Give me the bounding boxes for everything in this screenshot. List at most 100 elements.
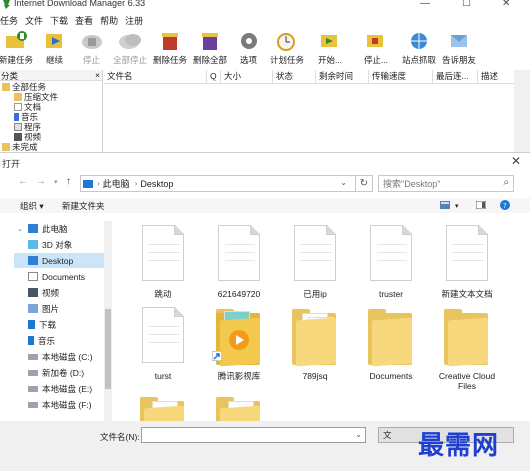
close-panel-icon[interactable]: × <box>95 70 102 80</box>
refresh-button[interactable]: ↻ <box>356 175 373 192</box>
minimize-icon[interactable]: — <box>420 0 430 9</box>
idm-window: Internet Download Manager 6.33 — ☐ ✕ 任务 … <box>0 0 530 152</box>
tree-item-downloads[interactable]: 下载 <box>14 317 106 332</box>
category-header: 分类 × <box>0 70 102 81</box>
idm-toolbar: 新建任务 继续 停止 全部停止 删除任务 删除全部 选项 计划任务 开始... … <box>0 30 530 66</box>
music-note-icon <box>14 113 19 121</box>
play-icon <box>229 330 249 350</box>
tree-item-this-pc[interactable]: ⌄ 此电脑 <box>14 221 106 236</box>
start-queue-button[interactable]: 开始... <box>307 30 353 66</box>
tree-item-music[interactable]: 音乐 <box>14 333 106 348</box>
file-item[interactable]: 621649720 <box>204 225 274 313</box>
file-item[interactable]: 新建文本文档 <box>432 225 502 313</box>
tell-friend-button[interactable]: 告诉朋友 <box>439 30 479 66</box>
refresh-icon: ↻ <box>359 178 369 189</box>
stop-queue-icon <box>367 35 383 47</box>
search-placeholder: 搜索"Desktop" <box>383 179 441 189</box>
chevron-down-icon[interactable]: ⌄ <box>355 430 362 439</box>
up-arrow-icon[interactable]: ↑ <box>66 176 71 187</box>
view-options-chevron-icon[interactable]: ▾ <box>455 202 459 210</box>
column-filename[interactable]: 文件名 <box>104 70 207 83</box>
address-bar[interactable]: › 此电脑 › Desktop ⌄ <box>80 175 356 192</box>
file-item[interactable]: turst <box>128 307 198 395</box>
idm-window-title: Internet Download Manager 6.33 <box>14 0 146 8</box>
delete-all-button[interactable]: 删除全部 <box>190 30 230 66</box>
new-task-button[interactable]: 新建任务 <box>0 30 36 66</box>
scheduler-button[interactable]: 计划任务 <box>267 30 307 66</box>
video-icon <box>28 288 38 297</box>
new-folder-button[interactable]: 新建文件夹 <box>62 200 105 212</box>
file-item[interactable]: 已用ip <box>280 225 350 313</box>
recent-locations-icon[interactable]: ▾ <box>54 178 58 186</box>
tree-item-drive-f[interactable]: 本地磁盘 (F:) <box>14 397 106 412</box>
menu-file[interactable]: 文件 <box>25 14 43 28</box>
column-size[interactable]: 大小 <box>221 70 273 83</box>
stop-all-button[interactable]: 全部停止 <box>110 30 150 66</box>
options-icon <box>240 33 257 49</box>
column-description[interactable]: 描述 <box>478 70 514 83</box>
column-speed[interactable]: 传输速度 <box>369 70 433 83</box>
menu-task[interactable]: 任务 <box>0 14 18 28</box>
idm-category-panel: 分类 × 全部任务 压缩文件 文档 音乐 程序 视频 未完成 <box>0 70 103 152</box>
tree-scrollbar-thumb[interactable] <box>105 309 111 389</box>
file-item[interactable]: 789jsq <box>280 307 350 395</box>
close-icon[interactable]: ✕ <box>502 0 510 9</box>
tree-item-drive-e[interactable]: 本地磁盘 (E:) <box>14 381 106 396</box>
tree-item-pictures[interactable]: 图片 <box>14 301 106 316</box>
stop-icon <box>81 35 102 49</box>
breadcrumb-this-pc[interactable]: 此电脑 <box>103 177 130 190</box>
computer-icon <box>83 179 93 188</box>
tree-scrollbar[interactable] <box>104 221 112 429</box>
resume-button[interactable]: 继续 <box>36 30 73 66</box>
stop-queue-button[interactable]: 停止... <box>353 30 399 66</box>
file-item[interactable]: Documents <box>356 307 426 395</box>
menu-register[interactable]: 注册 <box>125 14 143 28</box>
forward-arrow-icon[interactable]: → <box>36 176 46 187</box>
file-item[interactable]: 腾讯影视库 <box>204 307 274 395</box>
search-box[interactable]: 搜索"Desktop" ⌕ <box>378 175 514 192</box>
help-icon[interactable]: ? <box>500 200 510 210</box>
svg-text:?: ? <box>503 202 507 210</box>
tree-item-documents[interactable]: Documents <box>14 269 106 284</box>
delete-task-button[interactable]: 删除任务 <box>150 30 190 66</box>
expanded-caret-icon[interactable]: ⌄ <box>17 225 23 233</box>
chevron-down-icon[interactable]: ⌄ <box>340 178 347 187</box>
text-document-icon <box>214 225 264 285</box>
dialog-close-icon[interactable]: ✕ <box>511 154 521 168</box>
file-item[interactable]: truster <box>356 225 426 313</box>
tree-item-video[interactable]: 视频 <box>14 285 106 300</box>
search-icon[interactable]: ⌕ <box>503 177 509 188</box>
file-name-input[interactable]: ⌄ <box>141 427 366 443</box>
column-status[interactable]: 状态 <box>273 70 316 83</box>
download-list: 文件名 Q 大小 状态 剩余时间 传输速度 最后连... 描述 <box>104 70 514 152</box>
menu-view[interactable]: 查看 <box>75 14 93 28</box>
music-icon <box>28 336 34 345</box>
delete-all-icon <box>202 33 218 50</box>
column-time-left[interactable]: 剩余时间 <box>316 70 369 83</box>
breadcrumb-separator-icon: › <box>97 179 100 188</box>
file-item[interactable]: 跳动 <box>128 225 198 313</box>
stop-button[interactable]: 停止 <box>73 30 110 66</box>
tree-item-drive-d[interactable]: 新加卷 (D:) <box>14 365 106 380</box>
breadcrumb-desktop[interactable]: Desktop <box>140 179 173 189</box>
site-grabber-button[interactable]: 站点抓取 <box>399 30 439 66</box>
options-button[interactable]: 选项 <box>230 30 267 66</box>
file-item[interactable]: Creative Cloud Files <box>432 307 502 395</box>
folder-icon <box>366 307 416 367</box>
column-queue[interactable]: Q <box>207 70 221 83</box>
download-list-scrollbar[interactable] <box>514 70 530 152</box>
tree-item-3d-objects[interactable]: 3D 对象 <box>14 237 106 252</box>
maximize-icon[interactable]: ☐ <box>462 0 471 9</box>
tree-item-drive-c[interactable]: 本地磁盘 (C:) <box>14 349 106 364</box>
column-last-try[interactable]: 最后连... <box>433 70 478 83</box>
menu-help[interactable]: 帮助 <box>100 14 118 28</box>
downloads-icon <box>28 320 35 329</box>
menu-download[interactable]: 下载 <box>50 14 68 28</box>
back-arrow-icon[interactable]: ← <box>18 176 28 187</box>
text-document-icon <box>290 225 340 285</box>
change-view-icon[interactable] <box>440 201 450 209</box>
tree-item-desktop[interactable]: Desktop <box>14 253 106 268</box>
drive-icon <box>28 385 38 392</box>
preview-pane-icon[interactable] <box>476 201 486 209</box>
organize-button[interactable]: 组织 ▾ <box>20 200 44 212</box>
